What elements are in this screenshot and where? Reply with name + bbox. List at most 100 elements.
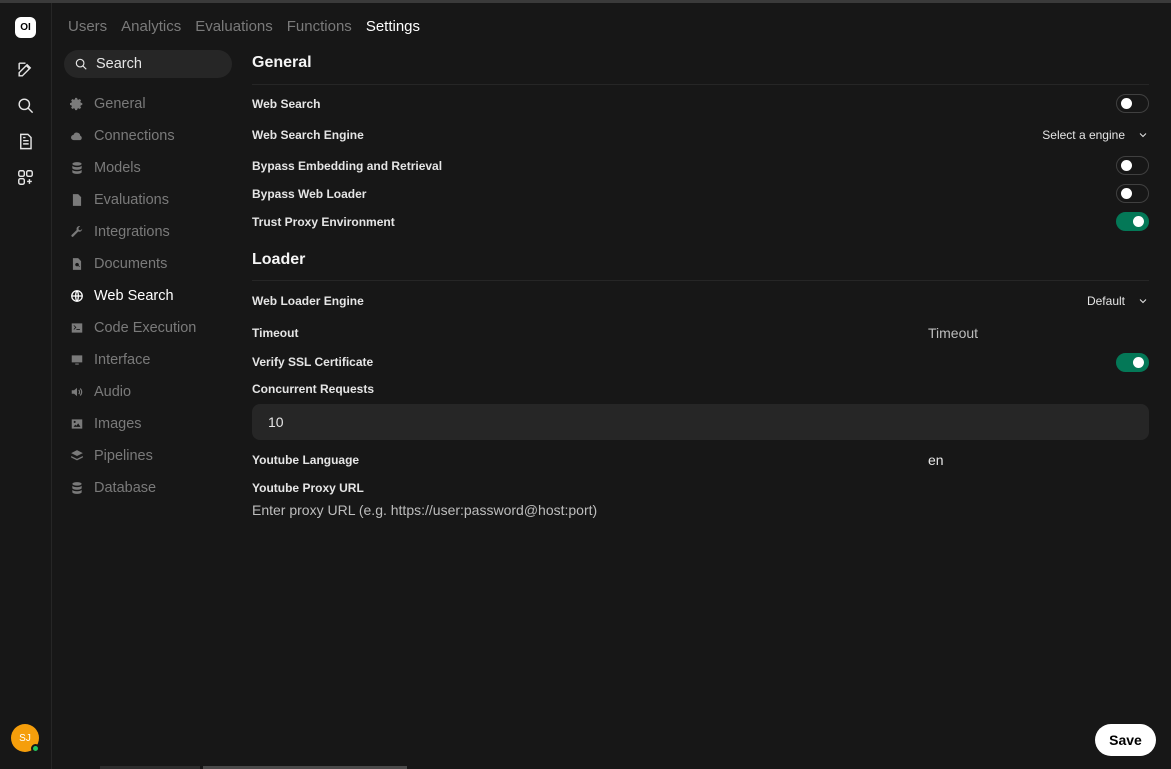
sidebar-item-database[interactable]: Database: [70, 472, 196, 504]
web-search-label: Web Search: [252, 96, 321, 111]
verify-ssl-toggle[interactable]: [1116, 352, 1149, 372]
bypass-embedding-toggle[interactable]: [1116, 156, 1149, 175]
bypass-embedding-row: Bypass Embedding and Retrieval: [252, 153, 1149, 178]
web-search-settings: General Web Search Web Search Engine Sel…: [252, 50, 1149, 518]
sidebar-item-connections[interactable]: Connections: [70, 120, 196, 152]
web-search-row: Web Search: [252, 91, 1149, 116]
sidebar-item-label: Images: [94, 416, 142, 432]
toggle-knob: [1133, 216, 1144, 227]
toggle-knob: [1133, 356, 1144, 368]
chevron-down-icon: [1139, 298, 1147, 303]
avatar-initials: SJ: [19, 732, 31, 744]
wrench-icon: [70, 225, 84, 239]
tab-settings[interactable]: Settings: [366, 18, 420, 35]
globe-icon: [70, 289, 84, 303]
save-button[interactable]: Save: [1095, 724, 1156, 756]
tab-functions[interactable]: Functions: [287, 18, 352, 35]
web-loader-engine-select[interactable]: Default: [1087, 294, 1149, 308]
toggle-knob: [1121, 98, 1132, 109]
bypass-embedding-label: Bypass Embedding and Retrieval: [252, 158, 443, 173]
sidebar-item-label: Pipelines: [94, 448, 153, 464]
youtube-proxy-row: Youtube Proxy URL: [252, 480, 1149, 496]
icon-rail: OI SJ: [0, 3, 52, 769]
database-icon: [70, 161, 84, 175]
web-search-engine-select[interactable]: Select a engine: [1042, 128, 1149, 142]
workspace-icon[interactable]: [16, 168, 35, 187]
trust-proxy-toggle[interactable]: [1116, 212, 1149, 231]
settings-search-placeholder: Search: [96, 56, 142, 72]
youtube-language-row: Youtube Language en: [252, 440, 1149, 480]
sidebar-item-code-execution[interactable]: Code Execution: [70, 312, 196, 344]
youtube-language-label: Youtube Language: [252, 453, 360, 467]
sidebar-item-evaluations[interactable]: Evaluations: [70, 184, 196, 216]
tab-users[interactable]: Users: [68, 18, 107, 35]
document-search-icon: [70, 257, 84, 271]
settings-search-input[interactable]: Search: [64, 50, 232, 78]
youtube-language-input[interactable]: en: [928, 452, 944, 468]
timeout-input[interactable]: Timeout: [928, 325, 978, 341]
web-search-engine-value: Select a engine: [1042, 127, 1125, 142]
web-loader-engine-row: Web Loader Engine Default: [252, 281, 1149, 320]
image-icon: [70, 417, 84, 431]
youtube-proxy-input[interactable]: Enter proxy URL (e.g. https://user:passw…: [252, 502, 1149, 518]
chevron-down-icon: [1139, 132, 1147, 137]
web-search-engine-row: Web Search Engine Select a engine: [252, 116, 1149, 153]
settings-sidebar: General Connections Models Evaluations I…: [70, 88, 196, 504]
trust-proxy-label: Trust Proxy Environment: [252, 214, 395, 229]
web-loader-engine-value: Default: [1086, 293, 1125, 308]
sidebar-item-label: Evaluations: [94, 192, 169, 208]
concurrent-requests-input[interactable]: 10: [252, 404, 1149, 440]
app-logo[interactable]: OI: [15, 17, 36, 38]
bypass-web-loader-toggle[interactable]: [1116, 184, 1149, 203]
sidebar-item-integrations[interactable]: Integrations: [70, 216, 196, 248]
sidebar-item-label: Models: [94, 160, 141, 176]
search-icon: [75, 58, 87, 70]
online-status-dot: [31, 744, 40, 753]
youtube-proxy-label: Youtube Proxy URL: [252, 481, 364, 495]
bypass-web-loader-label: Bypass Web Loader: [252, 186, 367, 201]
document-icon: [70, 193, 84, 207]
tab-analytics[interactable]: Analytics: [121, 18, 181, 35]
monitor-icon: [70, 353, 84, 367]
trust-proxy-row: Trust Proxy Environment: [252, 209, 1149, 234]
search-icon[interactable]: [16, 96, 35, 115]
sidebar-item-label: Interface: [94, 352, 151, 368]
sidebar-item-images[interactable]: Images: [70, 408, 196, 440]
divider: [252, 84, 1149, 85]
sidebar-item-pipelines[interactable]: Pipelines: [70, 440, 196, 472]
sidebar-item-label: General: [94, 96, 146, 112]
concurrent-requests-row: Concurrent Requests: [252, 378, 1149, 400]
timeout-label: Timeout: [252, 326, 299, 340]
sidebar-item-label: Connections: [94, 128, 175, 144]
new-chat-icon[interactable]: [16, 60, 35, 79]
sidebar-item-label: Database: [94, 480, 157, 496]
sidebar-item-general[interactable]: General: [70, 88, 196, 120]
window-top-border: [0, 0, 1171, 3]
admin-tabs: Users Analytics Evaluations Functions Se…: [68, 18, 420, 35]
concurrent-requests-label: Concurrent Requests: [252, 382, 375, 396]
sidebar-item-models[interactable]: Models: [70, 152, 196, 184]
web-loader-engine-label: Web Loader Engine: [252, 293, 364, 308]
sidebar-item-audio[interactable]: Audio: [70, 376, 196, 408]
database-icon: [70, 481, 84, 495]
toggle-knob: [1121, 188, 1132, 199]
sidebar-item-documents[interactable]: Documents: [70, 248, 196, 280]
sidebar-item-label: Code Execution: [94, 320, 197, 336]
terminal-icon: [70, 321, 84, 335]
sidebar-item-web-search[interactable]: Web Search: [70, 280, 196, 312]
notes-icon[interactable]: [16, 132, 35, 151]
loader-heading: Loader: [252, 250, 306, 268]
layers-icon: [70, 449, 84, 463]
sidebar-item-interface[interactable]: Interface: [70, 344, 196, 376]
sidebar-item-label: Web Search: [94, 288, 174, 304]
verify-ssl-label: Verify SSL Certificate: [252, 355, 374, 369]
tab-evaluations[interactable]: Evaluations: [195, 18, 273, 35]
toggle-knob: [1121, 160, 1132, 171]
bypass-web-loader-row: Bypass Web Loader: [252, 178, 1149, 209]
web-search-toggle[interactable]: [1116, 94, 1149, 113]
user-avatar[interactable]: SJ: [11, 724, 40, 753]
gear-icon: [70, 97, 84, 111]
sidebar-item-label: Documents: [94, 256, 168, 272]
web-search-engine-label: Web Search Engine: [252, 127, 364, 142]
speaker-icon: [70, 385, 84, 399]
